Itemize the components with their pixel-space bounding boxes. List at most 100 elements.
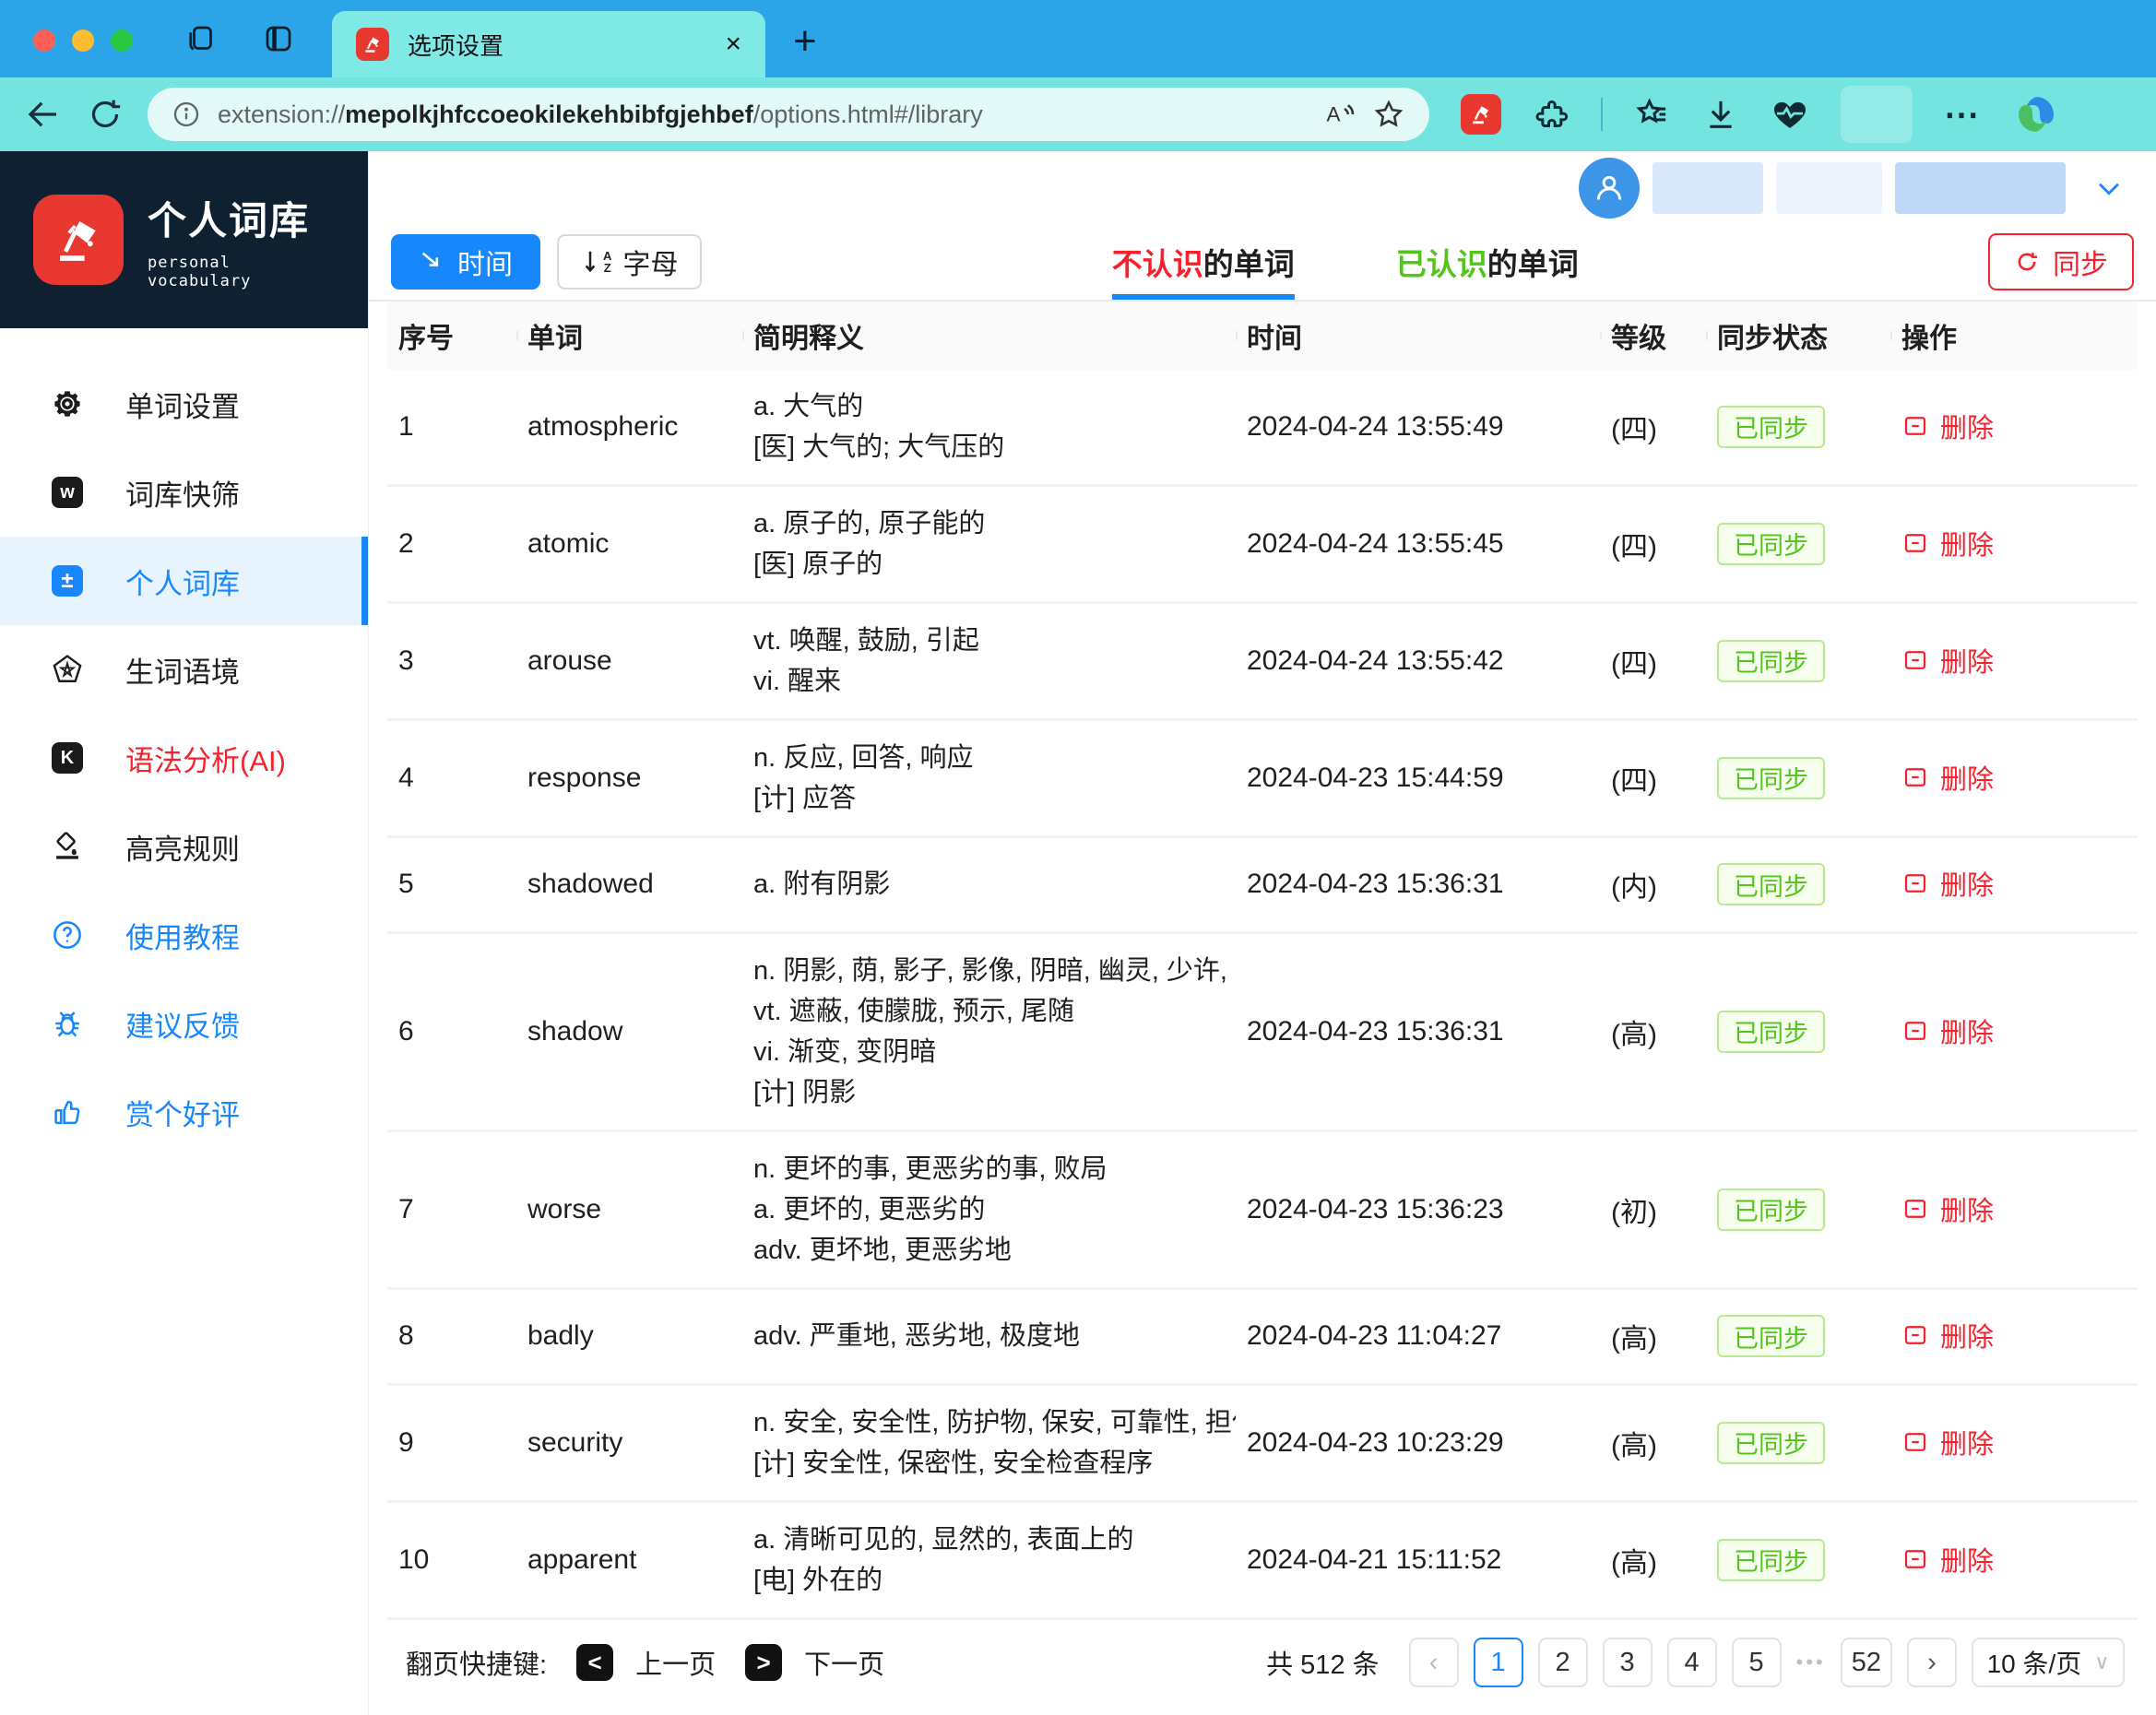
tab-overview-icon[interactable] (184, 22, 218, 55)
sync-button[interactable]: 同步 (1988, 233, 2134, 290)
sidebar-item-word-settings[interactable]: 单词设置 (0, 360, 368, 448)
sidebar-item-grammar-analysis[interactable]: K 语法分析(AI) (0, 714, 368, 802)
sidebar-item-label: 单词设置 (125, 384, 240, 425)
word-cell: apparent (516, 1544, 742, 1576)
read-aloud-icon[interactable]: A (1322, 98, 1356, 131)
pagination-next-icon[interactable]: › (1907, 1638, 1957, 1687)
definition-line: n. 更坏的事, 更恶劣的事, 败局 (753, 1149, 1236, 1189)
row-index: 7 (387, 1194, 516, 1225)
sync-refresh-icon (2014, 249, 2040, 275)
table-body: 1atmospherica. 大气的[医] 大气的; 大气压的2024-04-2… (387, 370, 2138, 1620)
copilot-icon[interactable] (2014, 92, 2058, 136)
extensions-puzzle-icon[interactable] (1533, 96, 1570, 133)
downloads-icon[interactable] (1702, 96, 1739, 133)
tab-close-icon[interactable]: × (725, 29, 741, 60)
sort-by-time-button[interactable]: 时间 (391, 234, 540, 290)
page-size-select[interactable]: 10 条/页∨ (1972, 1638, 2125, 1687)
level-cell: (高) (1600, 1423, 1706, 1463)
sidebar-item-highlight-rules[interactable]: 高亮规则 (0, 802, 368, 891)
sidebar-item-quick-filter[interactable]: w 词库快筛 (0, 448, 368, 537)
back-icon[interactable] (24, 95, 63, 134)
sidebar-item-feedback[interactable]: 建议反馈 (0, 979, 368, 1068)
delete-button[interactable]: 删除 (1901, 524, 1994, 562)
close-window-button[interactable] (33, 30, 55, 52)
sidebar-item-word-context[interactable]: 生词语境 (0, 625, 368, 714)
level-cell: (四) (1600, 524, 1706, 564)
time-cell: 2024-04-23 11:04:27 (1236, 1320, 1600, 1352)
pagination-page-button[interactable]: 3 (1603, 1638, 1653, 1687)
definition-line: [医] 原子的 (753, 544, 1236, 585)
sidebar-item-label: 语法分析(AI) (125, 738, 286, 779)
sidebar-menu: 单词设置 w 词库快筛 ± 个人词库 生词语境 K 语法分析(AI) (0, 328, 368, 1156)
sort-by-alphabet-button[interactable]: AZ 字母 (557, 234, 702, 290)
window-controls[interactable] (33, 30, 133, 52)
tab-known-words[interactable]: 已认识的单词 (1396, 224, 1579, 299)
pagination-page-button[interactable]: 2 (1538, 1638, 1588, 1687)
browser-essentials-icon[interactable] (1771, 95, 1809, 134)
definition-cell: a. 大气的[医] 大气的; 大气压的 (742, 386, 1236, 467)
user-avatar-icon[interactable] (1579, 158, 1640, 219)
time-cell: 2024-04-23 15:36:31 (1236, 869, 1600, 900)
sync-status-badge: 已同步 (1717, 1422, 1825, 1464)
row-index: 5 (387, 869, 516, 900)
browser-tab[interactable]: 选项设置 × (332, 11, 765, 77)
site-info-icon[interactable] (172, 100, 201, 129)
time-cell: 2024-04-24 13:55:49 (1236, 411, 1600, 443)
table-row: 2atomica. 原子的, 原子能的[医] 原子的2024-04-24 13:… (387, 487, 2138, 604)
address-bar[interactable]: extension://mepolkjhfccoeokilekehbibfgje… (148, 88, 1429, 141)
collections-icon[interactable] (1634, 96, 1671, 133)
definition-line: n. 阴影, 荫, 影子, 影像, 阴暗, 幽灵, 少许, 隐 (753, 951, 1236, 991)
list-controls: 时间 AZ 字母 不认识的单词 已认识的单词 (369, 224, 2156, 301)
table-footer: 翻页快捷键: < 上一页 > 下一页 共 512 条 ‹ 12345 ••• 5… (369, 1620, 2156, 1715)
table-row: 1atmospherica. 大气的[医] 大气的; 大气压的2024-04-2… (387, 370, 2138, 487)
col-header-time: 时间 (1236, 315, 1600, 356)
col-header-definition: 简明释义 (742, 315, 1236, 356)
sidebar-item-tutorial[interactable]: 使用教程 (0, 891, 368, 979)
pagination-page-button[interactable]: 4 (1667, 1638, 1717, 1687)
tab-unknown-words[interactable]: 不认识的单词 (1112, 224, 1295, 299)
row-index: 8 (387, 1320, 516, 1352)
word-cell: worse (516, 1194, 742, 1225)
col-header-word: 单词 (516, 315, 742, 356)
pagination-prev-icon[interactable]: ‹ (1409, 1638, 1459, 1687)
delete-button[interactable]: 删除 (1901, 1540, 1994, 1579)
minimize-window-button[interactable] (72, 30, 94, 52)
bug-icon (52, 1007, 83, 1040)
app-subtitle: personal vocabulary (148, 254, 335, 290)
sidebar-item-label: 使用教程 (125, 915, 240, 956)
sync-status-badge: 已同步 (1717, 1011, 1825, 1053)
pagination-last-page[interactable]: 52 (1841, 1638, 1892, 1687)
sidebar: 个人词库 personal vocabulary 单词设置 w 词库快筛 ± 个… (0, 151, 369, 1715)
delete-button[interactable]: 删除 (1901, 1011, 1994, 1050)
sidebar-item-rate-us[interactable]: 赏个好评 (0, 1068, 368, 1156)
delete-button[interactable]: 删除 (1901, 758, 1994, 797)
pagination-page-button[interactable]: 5 (1732, 1638, 1782, 1687)
delete-button[interactable]: 删除 (1901, 641, 1994, 680)
sidebar-item-personal-library[interactable]: ± 个人词库 (0, 537, 368, 625)
sync-status-badge: 已同步 (1717, 1315, 1825, 1357)
delete-button[interactable]: 删除 (1901, 864, 1994, 903)
pagination: 共 512 条 ‹ 12345 ••• 52 › 10 条/页∨ (1266, 1638, 2125, 1687)
refresh-icon[interactable] (87, 96, 124, 133)
favorite-star-icon[interactable] (1372, 98, 1405, 131)
delete-button[interactable]: 删除 (1901, 1423, 1994, 1461)
delete-button[interactable]: 删除 (1901, 1316, 1994, 1354)
chevron-down-icon[interactable] (2093, 172, 2125, 204)
sync-status-badge: 已同步 (1717, 523, 1825, 565)
delete-button[interactable]: 删除 (1901, 407, 1994, 445)
definition-line: vt. 遮蔽, 使朦胧, 预示, 尾随 (753, 991, 1236, 1032)
sidebar-toggle-icon[interactable] (262, 22, 295, 55)
sync-status-badge: 已同步 (1717, 757, 1825, 799)
zoom-window-button[interactable] (111, 30, 133, 52)
time-cell: 2024-04-21 15:11:52 (1236, 1544, 1600, 1576)
table-row: 10apparenta. 清晰可见的, 显然的, 表面上的[电] 外在的2024… (387, 1503, 2138, 1620)
level-cell: (高) (1600, 1540, 1706, 1580)
delete-button[interactable]: 删除 (1901, 1189, 1994, 1228)
new-tab-button[interactable]: + (793, 18, 817, 65)
sync-status-badge: 已同步 (1717, 1189, 1825, 1231)
more-menu-icon[interactable]: ⋯ (1944, 94, 1983, 136)
delete-minus-square-icon (1901, 869, 1929, 897)
extension-lamp-icon[interactable] (1461, 94, 1501, 135)
pagination-page-button[interactable]: 1 (1474, 1638, 1523, 1687)
definition-line: vi. 渐变, 变阴暗 (753, 1032, 1236, 1072)
